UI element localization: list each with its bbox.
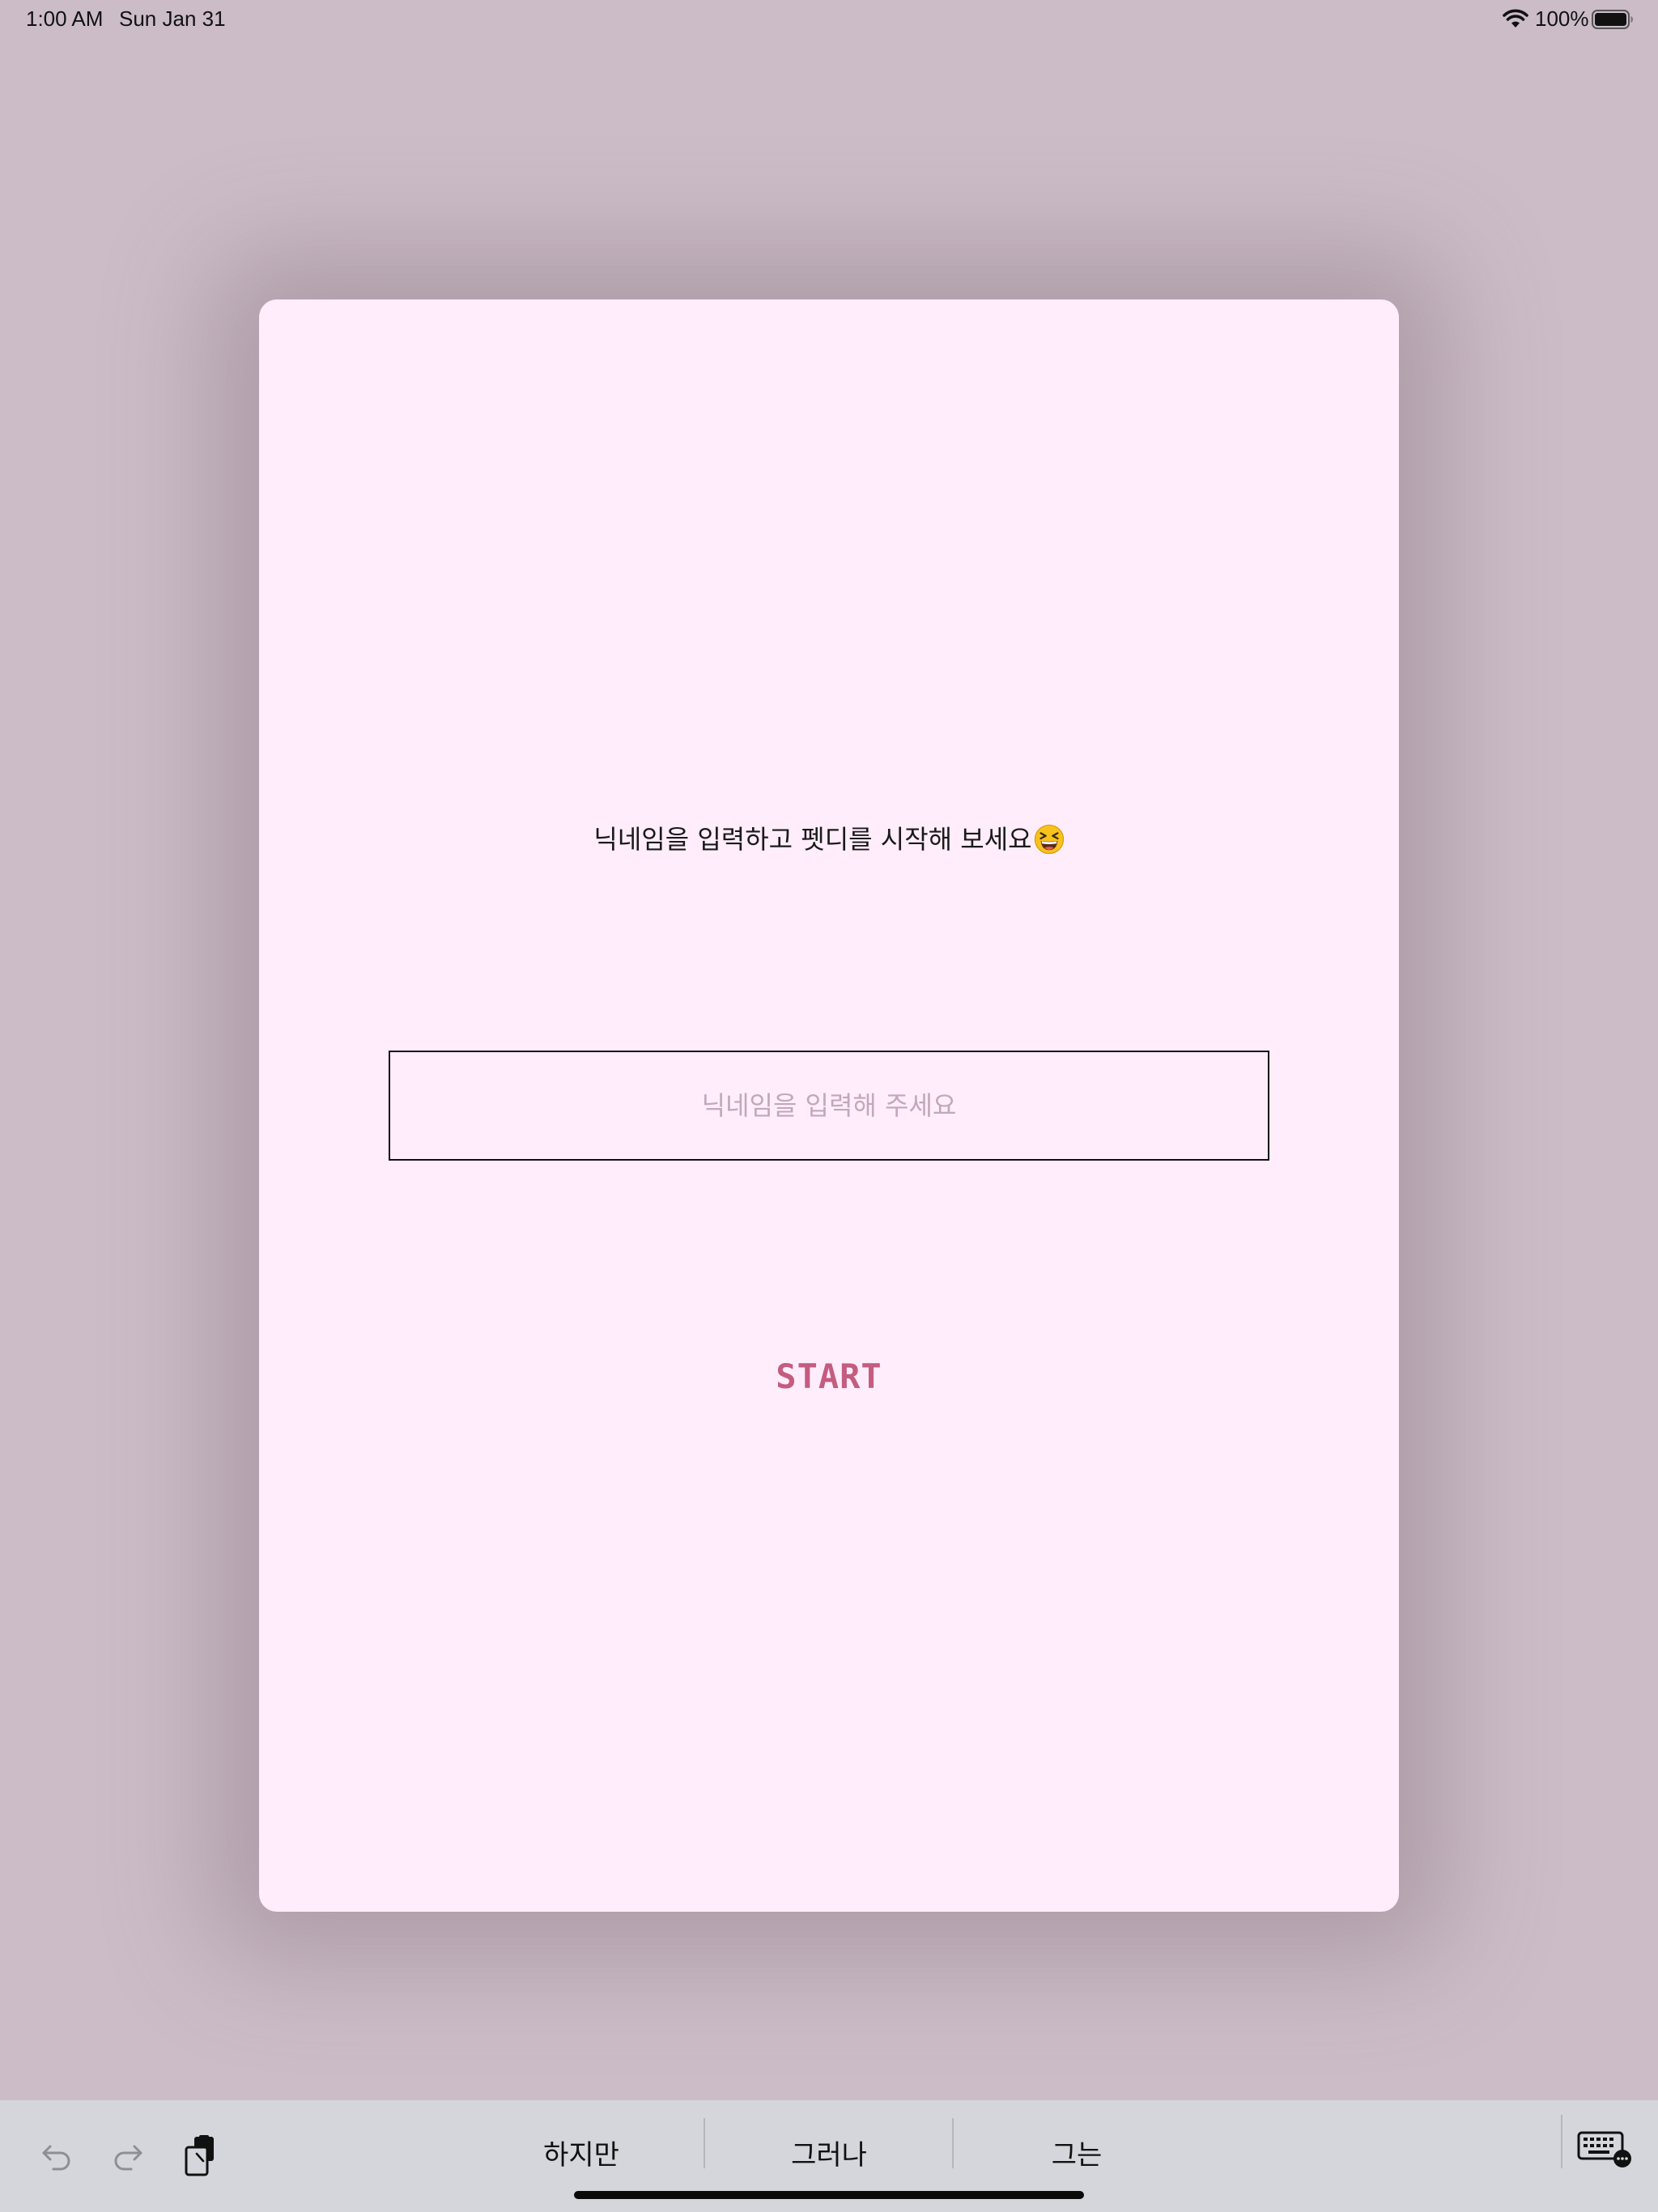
suggestion-item[interactable]: 그러나 — [708, 2131, 950, 2180]
prompt-text: 닉네임을 입력하고 펫디를 시작해 보세요 — [593, 824, 1032, 855]
keyboard-shortcut-bar: 하지만 그러나 그는 — [0, 2099, 1658, 2212]
battery-icon — [1592, 10, 1633, 29]
status-bar: 1:00 AM Sun Jan 31 100% — [0, 0, 1658, 39]
paste-icon[interactable] — [183, 2134, 220, 2178]
keyboard-bar-divider — [1561, 2115, 1562, 2168]
keyboard-icon[interactable] — [1577, 2129, 1632, 2170]
suggestion-divider — [952, 2118, 954, 2168]
status-time: 1:00 AM — [26, 6, 104, 31]
redo-icon[interactable] — [110, 2139, 146, 2175]
prompt-message: 닉네임을 입력하고 펫디를 시작해 보세요 — [259, 819, 1399, 856]
start-button[interactable]: START — [708, 1344, 950, 1408]
undo-icon[interactable] — [39, 2139, 74, 2175]
battery-percent: 100% — [1535, 6, 1589, 31]
suggestion-item[interactable]: 그는 — [955, 2131, 1198, 2180]
grinning-squinting-face-emoji — [1034, 824, 1064, 855]
nickname-card: 닉네임을 입력하고 펫디를 시작해 보세요 START — [259, 299, 1399, 1912]
nickname-input[interactable] — [389, 1051, 1269, 1161]
suggestion-divider — [704, 2118, 705, 2168]
home-indicator — [574, 2191, 1084, 2199]
wifi-icon — [1503, 9, 1528, 28]
status-date: Sun Jan 31 — [119, 6, 226, 31]
suggestion-item[interactable]: 하지만 — [460, 2131, 703, 2180]
